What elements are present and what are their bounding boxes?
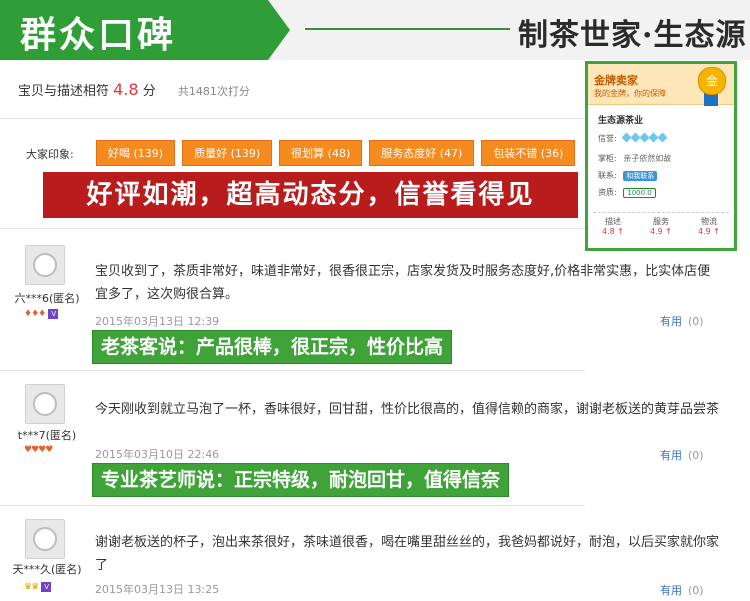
brand-logo-text: 制茶世家·生态源 xyxy=(518,18,747,53)
user-face-icon xyxy=(33,527,57,551)
stat-service: 服务 4.9 ↑ xyxy=(650,217,672,236)
seller-qual-row: 资质: 1000.0 xyxy=(598,187,656,198)
gold-medal-icon: 金 xyxy=(698,67,726,95)
review-text: 谢谢老板送的杯子，泡出来茶很好，茶味道很香，喝在嘴里甜丝丝的，我爸妈都说好，耐泡… xyxy=(95,535,720,573)
divider xyxy=(0,505,585,506)
seller-stats: 描述 4.8 ↑ 服务 4.9 ↑ 物流 4.9 ↑ xyxy=(593,212,729,236)
contact-button[interactable]: 和我联系 xyxy=(623,171,658,181)
reviewer-name: t***7(匿名) xyxy=(17,429,77,442)
reviewer-name: 天***久(匿名) xyxy=(12,563,82,576)
impression-tags: 好喝 (139) 质量好 (139) 很划算 (48) 服务态度好 (47) 包… xyxy=(96,140,576,166)
reviewer-name: 六***6(匿名) xyxy=(14,292,80,305)
diamond-icons xyxy=(621,132,668,143)
buyer-level-icon: ♥♥♥♥ xyxy=(24,445,53,455)
impression-tag[interactable]: 很划算 (48) xyxy=(279,140,363,166)
divider xyxy=(0,370,585,371)
review-text: 今天刚收到就立马泡了一杯，香味很好，回甘甜，性价比很高的，值得信赖的商家，谢谢老… xyxy=(95,402,720,417)
buyer-level-icon: ♛♛ V xyxy=(24,582,52,592)
useful-button[interactable]: 有用 (0) xyxy=(660,313,704,329)
promo-banner: 好评如潮，超高动态分，信誉看得见 xyxy=(43,172,578,218)
rating-summary: 宝贝与描述相符 4.8 分 共1481次打分 xyxy=(18,80,250,99)
impression-tag[interactable]: 服务态度好 (47) xyxy=(369,140,475,166)
highlight-banner: 专业茶艺师说：正宗特级，耐泡回甘，值得信奈 xyxy=(92,463,510,497)
user-face-icon xyxy=(33,392,57,416)
keeper-label: 掌柜: xyxy=(598,154,617,163)
avatar xyxy=(25,384,65,424)
seller-title: 金牌卖家 xyxy=(594,74,638,87)
qual-label: 资质: xyxy=(598,188,617,197)
review-date: 2015年03月10日 22:46 xyxy=(95,448,220,461)
header-bar: 群众口碑 制茶世家·生态源 xyxy=(0,0,750,60)
useful-button[interactable]: 有用 (0) xyxy=(660,582,704,598)
rating-score: 4.8 xyxy=(113,80,139,99)
highlight-banner: 老茶客说：产品很棒，很正宗，性价比高 xyxy=(92,330,453,364)
review-date: 2015年03月13日 13:25 xyxy=(95,583,220,596)
review-date: 2015年03月13日 12:39 xyxy=(95,315,220,328)
stat-description: 描述 4.8 ↑ xyxy=(602,217,624,236)
seller-card-header: 金牌卖家 我的金牌，你的保障 金 xyxy=(588,64,734,106)
useful-button[interactable]: 有用 (0) xyxy=(660,447,704,463)
seller-credit-row: 信誉: xyxy=(598,132,668,144)
user-face-icon xyxy=(33,253,57,277)
stat-logistics: 物流 4.9 ↑ xyxy=(698,217,720,236)
divider xyxy=(0,118,585,119)
impression-tag[interactable]: 包装不错 (36) xyxy=(481,140,576,166)
page-title: 群众口碑 xyxy=(20,15,177,56)
impression-tag[interactable]: 质量好 (139) xyxy=(182,140,273,166)
avatar xyxy=(25,245,65,285)
credit-label: 信誉: xyxy=(598,134,617,143)
header-divider xyxy=(305,28,510,30)
rating-label: 宝贝与描述相符 xyxy=(18,84,110,99)
seller-shop-name[interactable]: 生态源茶业 xyxy=(598,113,643,126)
review-text: 宝贝收到了，茶质非常好，味道非常好，很香很正宗，店家发货及时服务态度好,价格非常… xyxy=(95,264,711,302)
rating-unit: 分 xyxy=(142,84,156,99)
seller-contact-row: 联系: 和我联系 xyxy=(598,170,658,181)
rating-count: 共1481次打分 xyxy=(177,85,250,98)
impression-tag[interactable]: 好喝 (139) xyxy=(96,140,176,166)
seller-card: 金牌卖家 我的金牌，你的保障 金 生态源茶业 信誉: 掌柜: 亲子依然如故 联系… xyxy=(585,61,737,251)
deposit-badge: 1000.0 xyxy=(623,188,656,198)
seller-subtitle: 我的金牌，你的保障 xyxy=(594,89,666,98)
contact-label: 联系: xyxy=(598,171,617,180)
seller-keeper-row: 掌柜: 亲子依然如故 xyxy=(598,153,671,164)
impressions-label: 大家印象: xyxy=(26,148,74,161)
avatar xyxy=(25,519,65,559)
divider xyxy=(0,228,585,229)
buyer-level-icon: ♦♦♦ V xyxy=(24,309,59,319)
keeper-name[interactable]: 亲子依然如故 xyxy=(623,154,671,163)
